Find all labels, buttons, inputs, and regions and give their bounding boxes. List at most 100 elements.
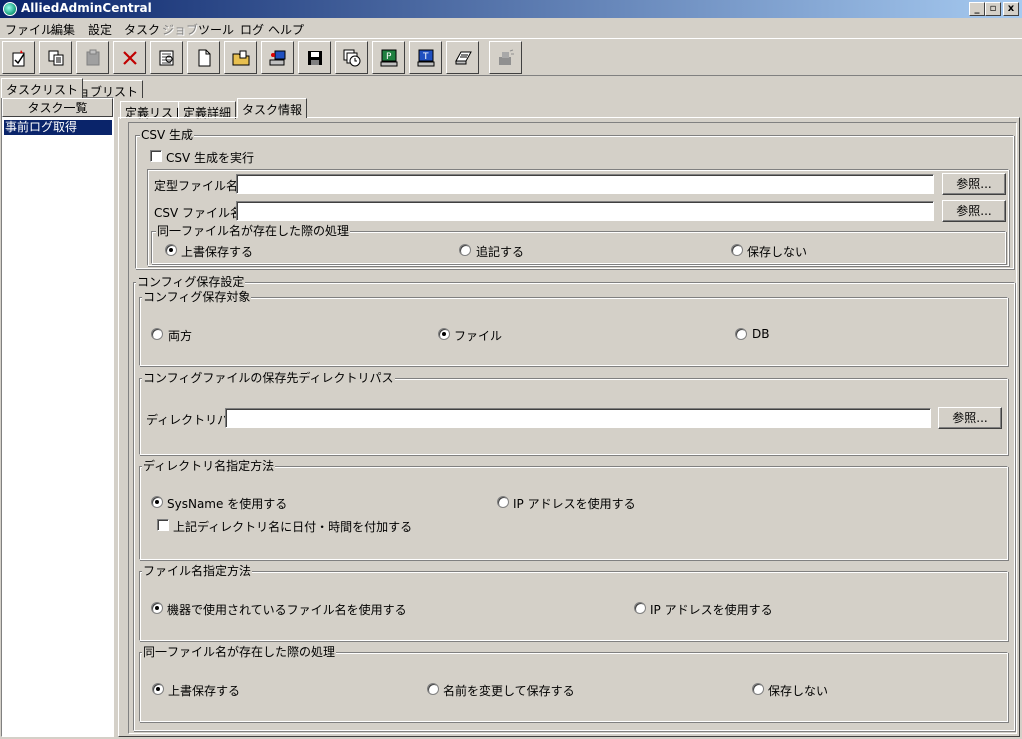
terminal-t-button[interactable]: T	[409, 41, 442, 74]
csv-browse-button[interactable]: 参照...	[942, 200, 1006, 222]
new-task-icon	[12, 50, 25, 67]
terminal-t-icon: T	[417, 49, 435, 67]
copy-button[interactable]	[39, 41, 72, 74]
filename-ip-radio[interactable]	[634, 602, 646, 614]
menu-job[interactable]: ジョブ	[162, 21, 198, 38]
printer-icon	[499, 49, 514, 65]
save-icon	[308, 51, 322, 65]
toolbar: P T	[0, 38, 1022, 76]
config-exists-overwrite-label: 上書保存する	[168, 684, 241, 698]
dirname-ip-label: IP アドレスを使用する	[513, 497, 636, 511]
config-exists-nosave-label: 保存しない	[768, 684, 829, 698]
config-group-title: コンフィグ保存設定	[136, 275, 246, 289]
dir-browse-button[interactable]: 参照...	[938, 407, 1002, 429]
dirname-method-title: ディレクトリ名指定方法	[142, 459, 276, 473]
paste-icon	[86, 49, 100, 66]
paste-button[interactable]	[76, 41, 109, 74]
print-button[interactable]	[489, 41, 522, 74]
filename-device-label: 機器で使用されているファイル名を使用する	[167, 603, 407, 617]
csv-exists-group: 同一ファイル名が存在した際の処理	[151, 224, 1006, 264]
csv-exists-overwrite-radio[interactable]	[165, 244, 177, 256]
csv-file-input[interactable]	[236, 201, 934, 221]
menu-settings[interactable]: 設定	[88, 21, 112, 38]
target-file-label: ファイル	[454, 329, 503, 343]
csv-exists-append-label: 追記する	[476, 245, 525, 259]
new-document-button[interactable]	[187, 41, 220, 74]
target-db-label: DB	[752, 327, 770, 341]
config-exists-overwrite-radio[interactable]	[152, 683, 164, 695]
terminal-p-icon: P	[380, 49, 398, 67]
task-list-panel: タスク一覧 事前ログ取得	[1, 97, 114, 737]
config-target-title: コンフィグ保存対象	[142, 290, 252, 304]
dirname-sysname-label: SysName を使用する	[167, 497, 288, 511]
csv-execute-checkbox[interactable]	[150, 150, 162, 162]
config-exists-title: 同一ファイル名が存在した際の処理	[142, 645, 337, 659]
log-button[interactable]	[446, 41, 479, 74]
copy-icon	[48, 50, 64, 66]
task-list-header[interactable]: タスク一覧	[2, 98, 113, 117]
schedule-button[interactable]	[335, 41, 368, 74]
properties-icon	[159, 50, 174, 66]
save-button[interactable]	[298, 41, 331, 74]
csv-exists-append-radio[interactable]	[459, 244, 471, 256]
dirname-sysname-radio[interactable]	[151, 496, 163, 508]
window-title: AlliedAdminCentral	[21, 1, 152, 15]
csv-file-label: CSV ファイル名:	[154, 206, 247, 220]
network-device-button[interactable]	[261, 41, 294, 74]
template-browse-button[interactable]: 参照...	[942, 173, 1006, 195]
dirname-method-group: ディレクトリ名指定方法	[139, 459, 1008, 560]
close-button[interactable]: x	[1003, 2, 1019, 16]
config-target-group: コンフィグ保存対象	[139, 290, 1008, 366]
new-document-icon	[198, 49, 211, 67]
open-folder-button[interactable]	[224, 41, 257, 74]
app-icon	[3, 2, 17, 16]
tab-task-list[interactable]: タスクリスト	[1, 78, 84, 98]
dir-path-input[interactable]	[225, 408, 931, 428]
append-datetime-label: 上記ディレクトリ名に日付・時間を付加する	[173, 520, 413, 534]
menu-edit[interactable]: 編集	[51, 21, 75, 38]
dirname-ip-radio[interactable]	[497, 496, 509, 508]
csv-exists-nosave-label: 保存しない	[747, 245, 808, 259]
filename-ip-label: IP アドレスを使用する	[650, 603, 773, 617]
task-list-item[interactable]: 事前ログ取得	[4, 120, 112, 135]
filename-method-title: ファイル名指定方法	[142, 564, 253, 578]
schedule-icon	[343, 49, 361, 67]
menu-task[interactable]: タスク	[124, 21, 160, 38]
menu-bar: ファイル 編集 設定 タスク ジョブ ツール ログ ヘルプ	[0, 18, 1022, 37]
maximize-button[interactable]: ▫	[985, 2, 1001, 16]
append-datetime-checkbox[interactable]	[157, 519, 169, 531]
target-file-radio[interactable]	[438, 328, 450, 340]
template-file-label: 定型ファイル名:	[154, 179, 243, 193]
config-exists-rename-label: 名前を変更して保存する	[443, 684, 575, 698]
minimize-button[interactable]: _	[969, 2, 985, 16]
menu-log[interactable]: ログ	[240, 21, 264, 38]
config-dir-title: コンフィグファイルの保存先ディレクトリパス	[142, 371, 395, 385]
csv-execute-label: CSV 生成を実行	[166, 151, 255, 165]
svg-text:P: P	[386, 52, 392, 62]
csv-exists-title: 同一ファイル名が存在した際の処理	[156, 224, 351, 238]
menu-tools[interactable]: ツール	[198, 21, 234, 38]
delete-icon	[123, 51, 137, 65]
title-bar: AlliedAdminCentral _ ▫ x	[0, 0, 1022, 18]
log-icon	[455, 51, 472, 65]
open-folder-icon	[232, 50, 250, 66]
svg-text:T: T	[422, 52, 429, 62]
config-exists-rename-radio[interactable]	[427, 683, 439, 695]
tab-task-info[interactable]: タスク情報	[237, 98, 308, 118]
target-both-label: 両方	[168, 329, 193, 343]
new-task-button[interactable]	[2, 41, 35, 74]
terminal-p-button[interactable]: P	[372, 41, 405, 74]
filename-device-radio[interactable]	[151, 602, 163, 614]
properties-button[interactable]	[150, 41, 183, 74]
delete-button[interactable]	[113, 41, 146, 74]
network-device-icon	[269, 50, 286, 66]
config-exists-nosave-radio[interactable]	[752, 683, 764, 695]
menu-help[interactable]: ヘルプ	[268, 21, 304, 38]
template-file-input[interactable]	[236, 174, 934, 194]
csv-group-title: CSV 生成	[140, 128, 195, 142]
target-both-radio[interactable]	[151, 328, 163, 340]
csv-exists-overwrite-label: 上書保存する	[181, 245, 254, 259]
menu-file[interactable]: ファイル	[5, 21, 53, 38]
target-db-radio[interactable]	[735, 328, 747, 340]
csv-exists-nosave-radio[interactable]	[731, 244, 743, 256]
